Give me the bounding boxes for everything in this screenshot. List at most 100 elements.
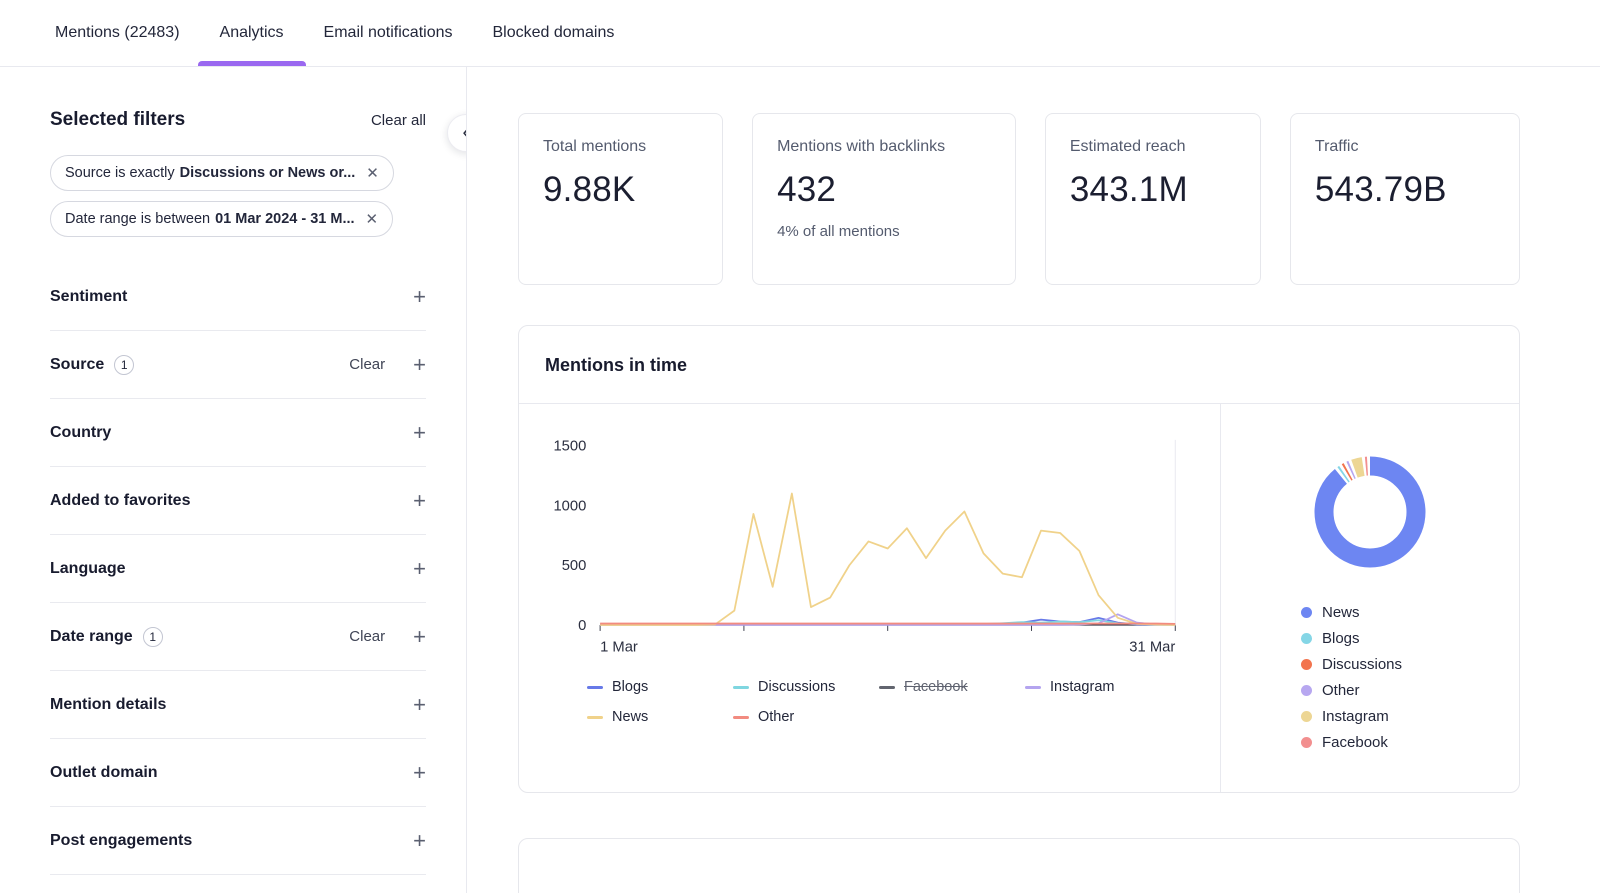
section-label: Date range [50,628,133,646]
stat-value: 432 [777,170,991,210]
tab-email-notifications[interactable]: Email notifications [324,0,453,66]
donut-legend-item-instagram[interactable]: Instagram [1301,708,1519,725]
filter-section-sentiment[interactable]: Sentiment + [50,263,426,331]
filter-chip-date-range: Date range is between 01 Mar 2024 - 31 M… [50,201,393,237]
stat-value: 343.1M [1070,170,1236,210]
filter-section-added-to-favorites[interactable]: Added to favorites + [50,467,426,535]
section-label: Mention details [50,696,166,714]
legend-label: Instagram [1322,708,1389,725]
stat-card-mentions-with-backlinks: Mentions with backlinks 432 4% of all me… [752,113,1016,285]
donut-legend: News Blogs Discussions Other [1301,604,1519,751]
plus-icon[interactable]: + [413,354,426,376]
section-label: Language [50,560,126,578]
stat-card-estimated-reach: Estimated reach 343.1M [1045,113,1261,285]
plus-icon[interactable]: + [413,694,426,716]
svg-text:1 Mar: 1 Mar [600,640,638,656]
stat-label: Total mentions [543,138,698,156]
filter-section-mention-details[interactable]: Mention details + [50,671,426,739]
legend-item-news[interactable]: News [587,709,733,725]
legend-swatch [1025,686,1041,689]
tab-blocked-domains[interactable]: Blocked domains [493,0,615,66]
donut-legend-item-discussions[interactable]: Discussions [1301,656,1519,673]
donut-legend-item-news[interactable]: News [1301,604,1519,621]
legend-dot [1301,607,1312,618]
legend-item-instagram[interactable]: Instagram [1025,679,1171,695]
filter-section-country[interactable]: Country + [50,399,426,467]
tab-analytics[interactable]: Analytics [220,0,284,66]
stat-label: Traffic [1315,138,1495,156]
legend-swatch [879,686,895,689]
filter-section-language[interactable]: Language + [50,535,426,603]
filter-section-post-engagements[interactable]: Post engagements + [50,807,426,875]
legend-label: Facebook [904,679,968,695]
filter-count-badge: 1 [114,355,134,375]
legend-swatch [587,716,603,719]
legend-dot [1301,685,1312,696]
legend-item-facebook[interactable]: Facebook [879,679,1025,695]
active-filter-chips: Source is exactly Discussions or News or… [50,155,426,237]
section-clear-link[interactable]: Clear [349,356,385,373]
section-label: Source [50,356,104,374]
clear-all-filters-link[interactable]: Clear all [371,112,426,129]
filter-section-outlet-domain[interactable]: Outlet domain + [50,739,426,807]
filters-sidebar: ‹ Selected filters Clear all Source is e… [0,67,467,893]
series-legend: Blogs Discussions Facebook Instagra [587,679,1206,725]
plus-icon[interactable]: + [413,558,426,580]
chip-close-icon[interactable]: ✕ [366,212,379,227]
legend-label: News [1322,604,1360,621]
top-tabbar: Mentions (22483) Analytics Email notific… [0,0,1600,67]
donut-legend-item-other[interactable]: Other [1301,682,1519,699]
section-label: Outlet domain [50,764,158,782]
legend-dot [1301,659,1312,670]
stat-value: 543.79B [1315,170,1495,210]
legend-label: Other [758,709,794,725]
source-share-donut-panel: News Blogs Discussions Other [1220,404,1519,792]
legend-dot [1301,737,1312,748]
stat-subtext: 4% of all mentions [777,223,991,240]
stat-card-total-mentions: Total mentions 9.88K [518,113,723,285]
plus-icon[interactable]: + [413,626,426,648]
svg-text:1500: 1500 [553,439,586,455]
legend-label: News [612,709,648,725]
section-label: Added to favorites [50,492,190,510]
stat-label: Mentions with backlinks [777,138,991,156]
legend-label: Blogs [612,679,648,695]
filter-count-badge: 1 [143,627,163,647]
line-chart-svg: 0500100015001 Mar31 Mar [543,432,1193,661]
legend-label: Facebook [1322,734,1388,751]
next-analytics-card-partial [518,838,1520,893]
svg-text:31 Mar: 31 Mar [1129,640,1175,656]
plus-icon[interactable]: + [413,286,426,308]
legend-swatch [733,716,749,719]
filter-section-source[interactable]: Source 1 Clear + [50,331,426,399]
filter-section-date-range[interactable]: Date range 1 Clear + [50,603,426,671]
section-clear-link[interactable]: Clear [349,628,385,645]
filter-sections: Sentiment + Source 1 Clear + Country + A… [50,263,426,875]
legend-item-other[interactable]: Other [733,709,879,725]
stat-cards-row: Total mentions 9.88K Mentions with backl… [518,113,1520,285]
stat-card-traffic: Traffic 543.79B [1290,113,1520,285]
analytics-main: Total mentions 9.88K Mentions with backl… [467,67,1600,893]
donut-legend-item-blogs[interactable]: Blogs [1301,630,1519,647]
selected-filters-title: Selected filters [50,109,185,131]
legend-item-blogs[interactable]: Blogs [587,679,733,695]
legend-item-discussions[interactable]: Discussions [733,679,879,695]
filter-chip-source: Source is exactly Discussions or News or… [50,155,394,191]
legend-label: Discussions [1322,656,1402,673]
chip-close-icon[interactable]: ✕ [366,166,379,181]
legend-dot [1301,711,1312,722]
legend-swatch [733,686,749,689]
mentions-line-chart: 0500100015001 Mar31 Mar Blogs Discussion… [519,404,1220,792]
collapse-sidebar-button[interactable]: ‹ [447,114,467,152]
tab-mentions[interactable]: Mentions (22483) [55,0,180,66]
donut-legend-item-facebook[interactable]: Facebook [1301,734,1519,751]
plus-icon[interactable]: + [413,490,426,512]
svg-text:0: 0 [578,618,586,634]
chip-value: 01 Mar 2024 - 31 M... [215,211,354,227]
plus-icon[interactable]: + [413,422,426,444]
legend-label: Discussions [758,679,835,695]
stat-label: Estimated reach [1070,138,1236,156]
plus-icon[interactable]: + [413,762,426,784]
plus-icon[interactable]: + [413,830,426,852]
svg-text:500: 500 [562,558,587,574]
